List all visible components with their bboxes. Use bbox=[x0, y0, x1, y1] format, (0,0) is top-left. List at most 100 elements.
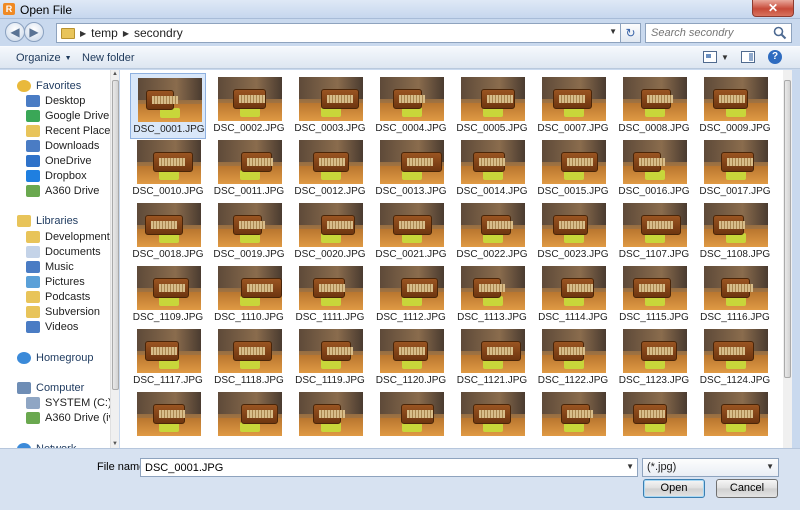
file-item[interactable]: DSC_0002.JPG bbox=[211, 73, 287, 139]
sidebar-item[interactable]: Favorites bbox=[0, 78, 110, 93]
sidebar-item[interactable]: Documents bbox=[0, 244, 110, 259]
file-item[interactable]: DSC_0015.JPG bbox=[535, 136, 611, 202]
sidebar-item[interactable]: OneDrive bbox=[0, 153, 110, 168]
file-item[interactable]: DSC_1110.JPG bbox=[211, 262, 287, 328]
search-box[interactable] bbox=[645, 23, 792, 43]
file-item[interactable]: DSC_0021.JPG bbox=[373, 199, 449, 265]
file-item[interactable]: DSC_1119.JPG bbox=[292, 325, 368, 391]
sidebar-item[interactable]: Subversion bbox=[0, 304, 110, 319]
file-item[interactable] bbox=[373, 388, 449, 448]
file-item[interactable] bbox=[535, 388, 611, 448]
preview-pane-icon[interactable] bbox=[741, 51, 755, 63]
file-item[interactable]: DSC_0018.JPG bbox=[130, 199, 206, 265]
file-item[interactable]: DSC_1121.JPG bbox=[454, 325, 530, 391]
file-item[interactable]: DSC_1120.JPG bbox=[373, 325, 449, 391]
new-folder-button[interactable]: New folder bbox=[82, 52, 135, 64]
file-item[interactable]: DSC_1122.JPG bbox=[535, 325, 611, 391]
file-type-select[interactable]: (*.jpg) ▼ bbox=[642, 458, 779, 477]
sidebar-item[interactable]: Computer bbox=[0, 380, 110, 395]
scroll-up-icon[interactable]: ▲ bbox=[112, 71, 118, 77]
sidebar-item[interactable]: Dropbox bbox=[0, 168, 110, 183]
help-icon[interactable]: ? bbox=[768, 50, 782, 64]
file-item[interactable]: DSC_1108.JPG bbox=[697, 199, 773, 265]
file-name-field[interactable]: ▼ bbox=[140, 458, 638, 477]
close-button[interactable]: ✕ bbox=[752, 0, 794, 17]
file-item[interactable]: DSC_0013.JPG bbox=[373, 136, 449, 202]
file-name-dropdown-icon[interactable]: ▼ bbox=[626, 462, 634, 471]
file-item[interactable]: DSC_1123.JPG bbox=[616, 325, 692, 391]
address-dropdown-icon[interactable]: ▼ bbox=[609, 27, 617, 36]
file-item[interactable] bbox=[130, 388, 206, 448]
breadcrumb-separator-icon[interactable]: ▶ bbox=[80, 29, 86, 38]
view-options-dropdown-icon[interactable]: ▼ bbox=[721, 53, 729, 62]
file-item[interactable] bbox=[616, 388, 692, 448]
back-button[interactable]: ◀ bbox=[5, 22, 25, 42]
file-item[interactable] bbox=[292, 388, 368, 448]
file-item[interactable]: DSC_0011.JPG bbox=[211, 136, 287, 202]
file-item[interactable]: DSC_0005.JPG bbox=[454, 73, 530, 139]
file-item[interactable]: DSC_0019.JPG bbox=[211, 199, 287, 265]
file-item[interactable]: DSC_0008.JPG bbox=[616, 73, 692, 139]
file-item[interactable]: DSC_0010.JPG bbox=[130, 136, 206, 202]
file-item[interactable]: DSC_0016.JPG bbox=[616, 136, 692, 202]
search-input[interactable] bbox=[646, 24, 766, 42]
file-item[interactable]: DSC_1115.JPG bbox=[616, 262, 692, 328]
open-button[interactable]: Open bbox=[643, 479, 705, 498]
sidebar-item[interactable]: Development bbox=[0, 229, 110, 244]
file-item[interactable]: DSC_1117.JPG bbox=[130, 325, 206, 391]
sidebar-item[interactable]: Music bbox=[0, 259, 110, 274]
sidebar-item[interactable]: Recent Places bbox=[0, 123, 110, 138]
address-bar[interactable]: ▶ temp ▶ secondry ▼ bbox=[56, 23, 621, 43]
sidebar-item[interactable]: Libraries bbox=[0, 213, 110, 228]
scrollbar-thumb[interactable] bbox=[784, 80, 791, 378]
cancel-button[interactable]: Cancel bbox=[716, 479, 778, 498]
file-item[interactable]: DSC_0017.JPG bbox=[697, 136, 773, 202]
scroll-down-icon[interactable]: ▼ bbox=[112, 441, 118, 447]
sidebar-item[interactable]: Downloads bbox=[0, 138, 110, 153]
file-item[interactable] bbox=[697, 388, 773, 448]
scrollbar-thumb[interactable] bbox=[112, 80, 119, 390]
file-item[interactable]: DSC_1111.JPG bbox=[292, 262, 368, 328]
file-item[interactable]: DSC_1116.JPG bbox=[697, 262, 773, 328]
file-item[interactable] bbox=[211, 388, 287, 448]
refresh-button[interactable]: ↻ bbox=[621, 23, 641, 43]
file-item[interactable]: DSC_1118.JPG bbox=[211, 325, 287, 391]
file-item[interactable]: DSC_1124.JPG bbox=[697, 325, 773, 391]
file-name-input[interactable] bbox=[141, 459, 621, 476]
file-item[interactable]: DSC_1112.JPG bbox=[373, 262, 449, 328]
sidebar-item[interactable]: Podcasts bbox=[0, 289, 110, 304]
sidebar-item[interactable]: A360 Drive (ivan. bbox=[0, 410, 110, 425]
file-item[interactable]: DSC_0020.JPG bbox=[292, 199, 368, 265]
change-view-icon[interactable] bbox=[703, 51, 717, 63]
sidebar-item[interactable]: Videos bbox=[0, 319, 110, 334]
file-item[interactable]: DSC_0022.JPG bbox=[454, 199, 530, 265]
file-list-scrollbar[interactable] bbox=[783, 70, 792, 448]
forward-button[interactable]: ▶ bbox=[24, 22, 44, 42]
file-item[interactable]: DSC_1114.JPG bbox=[535, 262, 611, 328]
file-item[interactable]: DSC_0009.JPG bbox=[697, 73, 773, 139]
organize-menu[interactable]: Organize ▼ bbox=[16, 52, 72, 64]
file-item[interactable]: DSC_1107.JPG bbox=[616, 199, 692, 265]
file-item[interactable] bbox=[454, 388, 530, 448]
navigation-pane-scrollbar[interactable]: ▲ ▼ bbox=[110, 70, 119, 448]
breadcrumb-temp[interactable]: temp bbox=[91, 26, 118, 40]
file-item[interactable]: DSC_0023.JPG bbox=[535, 199, 611, 265]
sidebar-item[interactable]: Network bbox=[0, 441, 110, 448]
search-icon[interactable] bbox=[773, 26, 787, 40]
file-item[interactable]: DSC_0007.JPG bbox=[535, 73, 611, 139]
sidebar-item[interactable]: Google Drive bbox=[0, 108, 110, 123]
file-item[interactable]: DSC_1113.JPG bbox=[454, 262, 530, 328]
file-item[interactable]: DSC_0004.JPG bbox=[373, 73, 449, 139]
breadcrumb-separator-icon[interactable]: ▶ bbox=[123, 29, 129, 38]
sidebar-item[interactable]: Homegroup bbox=[0, 350, 110, 365]
file-item[interactable]: DSC_0001.JPG bbox=[130, 73, 206, 139]
file-item[interactable]: DSC_0012.JPG bbox=[292, 136, 368, 202]
sidebar-item[interactable]: Desktop bbox=[0, 93, 110, 108]
sidebar-item[interactable]: A360 Drive bbox=[0, 183, 110, 198]
file-item[interactable]: DSC_0014.JPG bbox=[454, 136, 530, 202]
sidebar-item[interactable]: SYSTEM (C:) bbox=[0, 395, 110, 410]
breadcrumb-secondry[interactable]: secondry bbox=[134, 26, 183, 40]
file-item[interactable]: DSC_1109.JPG bbox=[130, 262, 206, 328]
sidebar-item[interactable]: Pictures bbox=[0, 274, 110, 289]
file-item[interactable]: DSC_0003.JPG bbox=[292, 73, 368, 139]
